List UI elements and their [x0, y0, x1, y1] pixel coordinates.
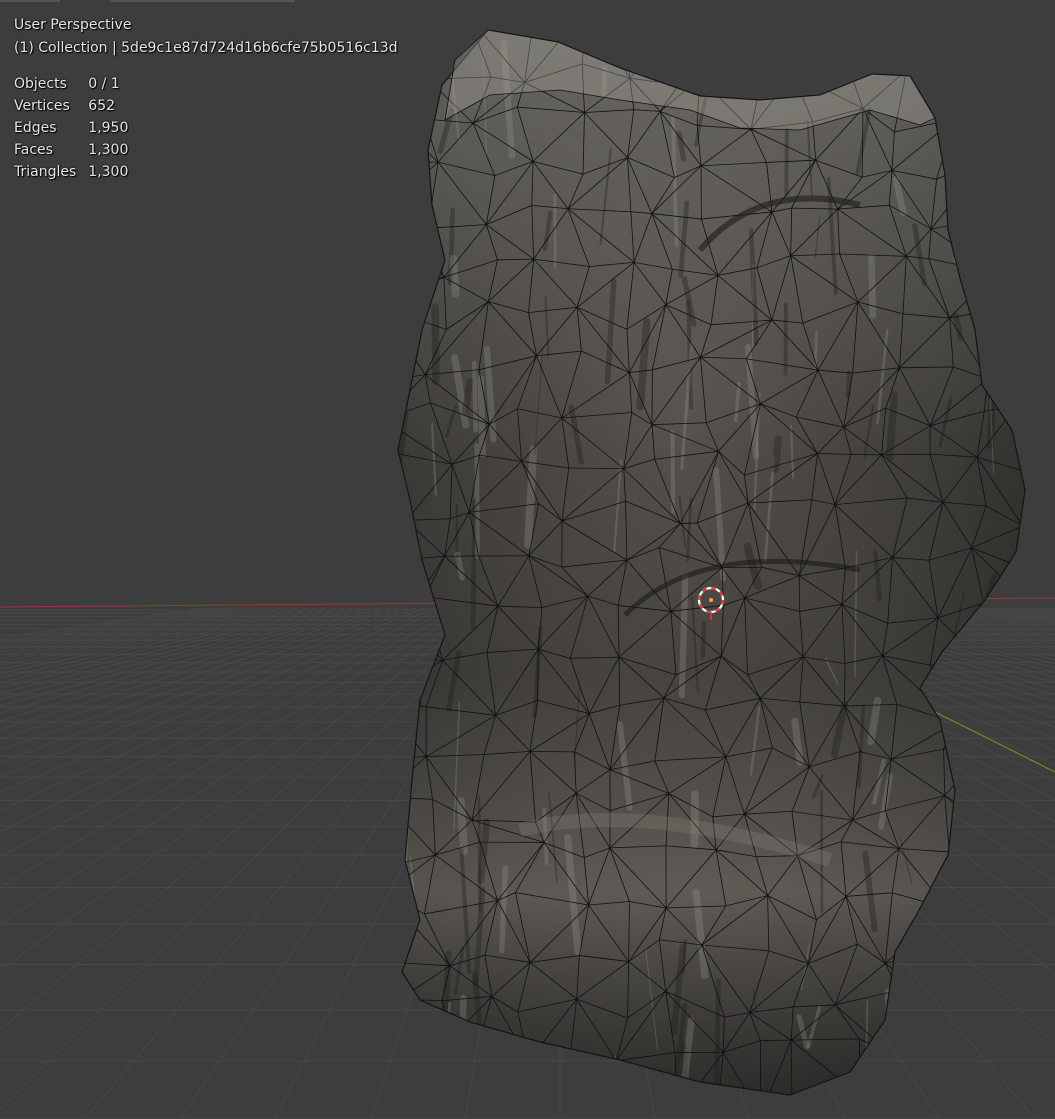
- stat-value: 0 / 1: [88, 76, 120, 92]
- stat-label: Vertices: [14, 98, 70, 114]
- collection-info-label: (1) Collection | 5de9c1e87d724d16b6cfe75…: [14, 40, 398, 56]
- stat-row-edges: Edges 1,950: [14, 117, 128, 139]
- stat-label: Edges: [14, 120, 57, 136]
- stat-row-faces: Faces 1,300: [14, 139, 128, 161]
- stat-value: 1,300: [88, 142, 129, 158]
- rock-mesh-object[interactable]: [378, 8, 1045, 1119]
- stat-label: Triangles: [14, 164, 77, 180]
- stat-label: Faces: [14, 142, 53, 158]
- 3d-viewport[interactable]: User Perspective (1) Collection | 5de9c1…: [0, 0, 1055, 1119]
- stat-value: 1,300: [88, 164, 129, 180]
- stat-value: 1,950: [88, 120, 129, 136]
- stat-row-triangles: Triangles 1,300: [14, 161, 128, 183]
- stat-row-vertices: Vertices 652: [14, 95, 128, 117]
- stat-value: 652: [88, 98, 116, 114]
- scene-statistics: Objects 0 / 1 Vertices 652 Edges 1,950 F…: [14, 73, 128, 183]
- view-mode-label: User Perspective: [14, 17, 132, 33]
- stat-label: Objects: [14, 76, 67, 92]
- stat-row-objects: Objects 0 / 1: [14, 73, 128, 95]
- viewport-scene[interactable]: [0, 0, 1055, 1119]
